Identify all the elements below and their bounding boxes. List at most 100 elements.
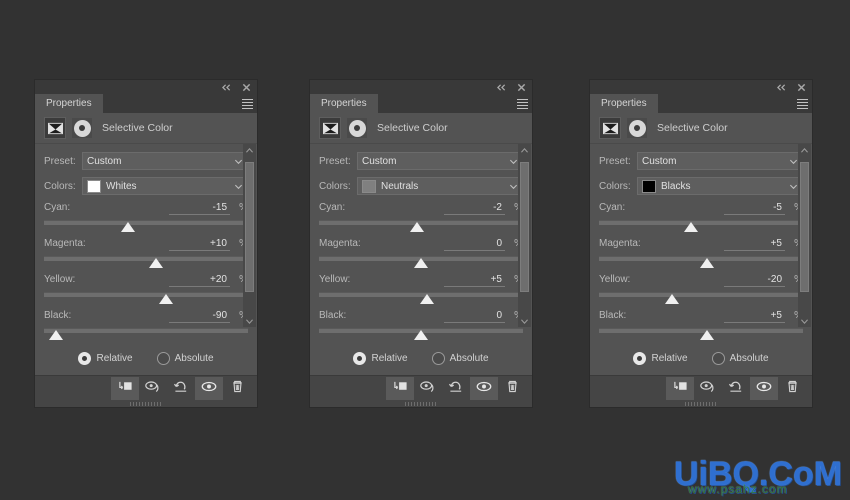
close-panel-button[interactable] <box>241 82 252 93</box>
slider-value-input[interactable]: +10 <box>169 238 230 251</box>
slider-thumb[interactable] <box>414 258 428 268</box>
slider-value-input[interactable]: +5 <box>724 310 785 323</box>
view-previous-state-button[interactable] <box>139 377 167 400</box>
scroll-up-button[interactable] <box>243 144 256 156</box>
slider-thumb[interactable] <box>49 330 64 340</box>
radio-absolute[interactable]: Absolute <box>431 352 489 365</box>
radio-relative[interactable]: Relative <box>353 352 408 365</box>
clip-to-layer-button[interactable] <box>111 377 139 400</box>
panel-menu-button[interactable] <box>237 94 257 113</box>
preset-select[interactable]: Custom <box>82 152 248 170</box>
panel-scrollbar[interactable] <box>518 144 531 327</box>
scrollbar-track[interactable] <box>798 156 811 315</box>
slider-track-area[interactable] <box>599 218 803 234</box>
toggle-visibility-button[interactable] <box>195 377 223 400</box>
close-panel-button[interactable] <box>796 82 807 93</box>
slider-value-input[interactable]: +5 <box>724 238 785 251</box>
radio-absolute[interactable]: Absolute <box>156 352 214 365</box>
colors-select[interactable]: Blacks <box>637 177 803 195</box>
slider-track-area[interactable] <box>319 326 523 342</box>
slider-header: Cyan:-15% <box>44 202 248 215</box>
scrollbar-track[interactable] <box>518 156 531 315</box>
scrollbar-thumb[interactable] <box>245 162 254 292</box>
slider-track-area[interactable] <box>44 218 248 234</box>
clip-to-layer-button[interactable] <box>666 377 694 400</box>
panel-menu-button[interactable] <box>512 94 532 113</box>
slider-thumb[interactable] <box>683 222 698 232</box>
slider-thumb[interactable] <box>120 222 135 232</box>
radio-absolute[interactable]: Absolute <box>711 352 769 365</box>
delete-button[interactable] <box>778 377 806 400</box>
slider-value-input[interactable]: -90 <box>169 310 230 323</box>
layer-mask-icon[interactable] <box>72 118 92 138</box>
tab-properties[interactable]: Properties <box>310 94 378 113</box>
panel-resize-grip[interactable] <box>310 401 532 407</box>
slider-value-input[interactable]: +20 <box>169 274 230 287</box>
scrollbar-thumb[interactable] <box>520 162 529 292</box>
slider-value-input[interactable]: -20 <box>724 274 785 287</box>
collapse-panel-button[interactable] <box>496 82 507 93</box>
panel-resize-grip[interactable] <box>590 401 812 407</box>
scroll-down-button[interactable] <box>518 315 531 327</box>
slider-thumb[interactable] <box>665 294 680 304</box>
slider-track-area[interactable] <box>599 290 803 306</box>
radio-relative[interactable]: Relative <box>78 352 133 365</box>
close-panel-button[interactable] <box>516 82 527 93</box>
scrollbar-thumb[interactable] <box>800 162 809 292</box>
delete-icon <box>785 379 800 399</box>
delete-button[interactable] <box>223 377 251 400</box>
selective-color-icon <box>599 117 621 139</box>
colors-select[interactable]: Neutrals <box>357 177 523 195</box>
slider-thumb[interactable] <box>149 258 164 268</box>
layer-mask-icon[interactable] <box>627 118 647 138</box>
slider-value-input[interactable]: 0 <box>444 310 505 323</box>
reset-button[interactable] <box>167 377 195 400</box>
panel-menu-button[interactable] <box>792 94 812 113</box>
view-previous-state-button[interactable] <box>414 377 442 400</box>
clip-to-layer-button[interactable] <box>386 377 414 400</box>
toggle-visibility-button[interactable] <box>470 377 498 400</box>
slider-thumb[interactable] <box>700 330 715 340</box>
scroll-down-button[interactable] <box>798 315 811 327</box>
colors-select[interactable]: Whites <box>82 177 248 195</box>
slider-thumb[interactable] <box>414 330 428 340</box>
layer-mask-icon[interactable] <box>347 118 367 138</box>
toggle-visibility-button[interactable] <box>750 377 778 400</box>
slider-thumb[interactable] <box>159 294 174 304</box>
scroll-down-button[interactable] <box>243 315 256 327</box>
preset-select[interactable]: Custom <box>637 152 803 170</box>
scroll-up-button[interactable] <box>518 144 531 156</box>
slider-track-area[interactable] <box>44 326 248 342</box>
delete-button[interactable] <box>498 377 526 400</box>
properties-panel: Properties Selective Color Preset: Custom Co… <box>35 80 257 407</box>
slider-track-area[interactable] <box>319 254 523 270</box>
tab-properties[interactable]: Properties <box>35 94 103 113</box>
slider-value-input[interactable]: -2 <box>444 202 505 215</box>
slider-track-area[interactable] <box>599 326 803 342</box>
slider-value-input[interactable]: +5 <box>444 274 505 287</box>
slider-track-area[interactable] <box>319 290 523 306</box>
preset-select[interactable]: Custom <box>357 152 523 170</box>
slider-track-area[interactable] <box>44 254 248 270</box>
view-previous-state-button[interactable] <box>694 377 722 400</box>
slider-thumb[interactable] <box>700 258 715 268</box>
slider-value-input[interactable]: -15 <box>169 202 230 215</box>
slider-value-input[interactable]: -5 <box>724 202 785 215</box>
tab-properties[interactable]: Properties <box>590 94 658 113</box>
slider-value-input[interactable]: 0 <box>444 238 505 251</box>
panel-resize-grip[interactable] <box>35 401 257 407</box>
slider-thumb[interactable] <box>420 294 435 304</box>
collapse-panel-button[interactable] <box>221 82 232 93</box>
collapse-panel-button[interactable] <box>776 82 787 93</box>
slider-track-area[interactable] <box>44 290 248 306</box>
slider-thumb[interactable] <box>409 222 424 232</box>
scroll-up-button[interactable] <box>798 144 811 156</box>
slider-track-area[interactable] <box>319 218 523 234</box>
radio-relative[interactable]: Relative <box>633 352 688 365</box>
slider-track-area[interactable] <box>599 254 803 270</box>
panel-scrollbar[interactable] <box>243 144 256 327</box>
reset-button[interactable] <box>442 377 470 400</box>
reset-button[interactable] <box>722 377 750 400</box>
scrollbar-track[interactable] <box>243 156 256 315</box>
panel-scrollbar[interactable] <box>798 144 811 327</box>
